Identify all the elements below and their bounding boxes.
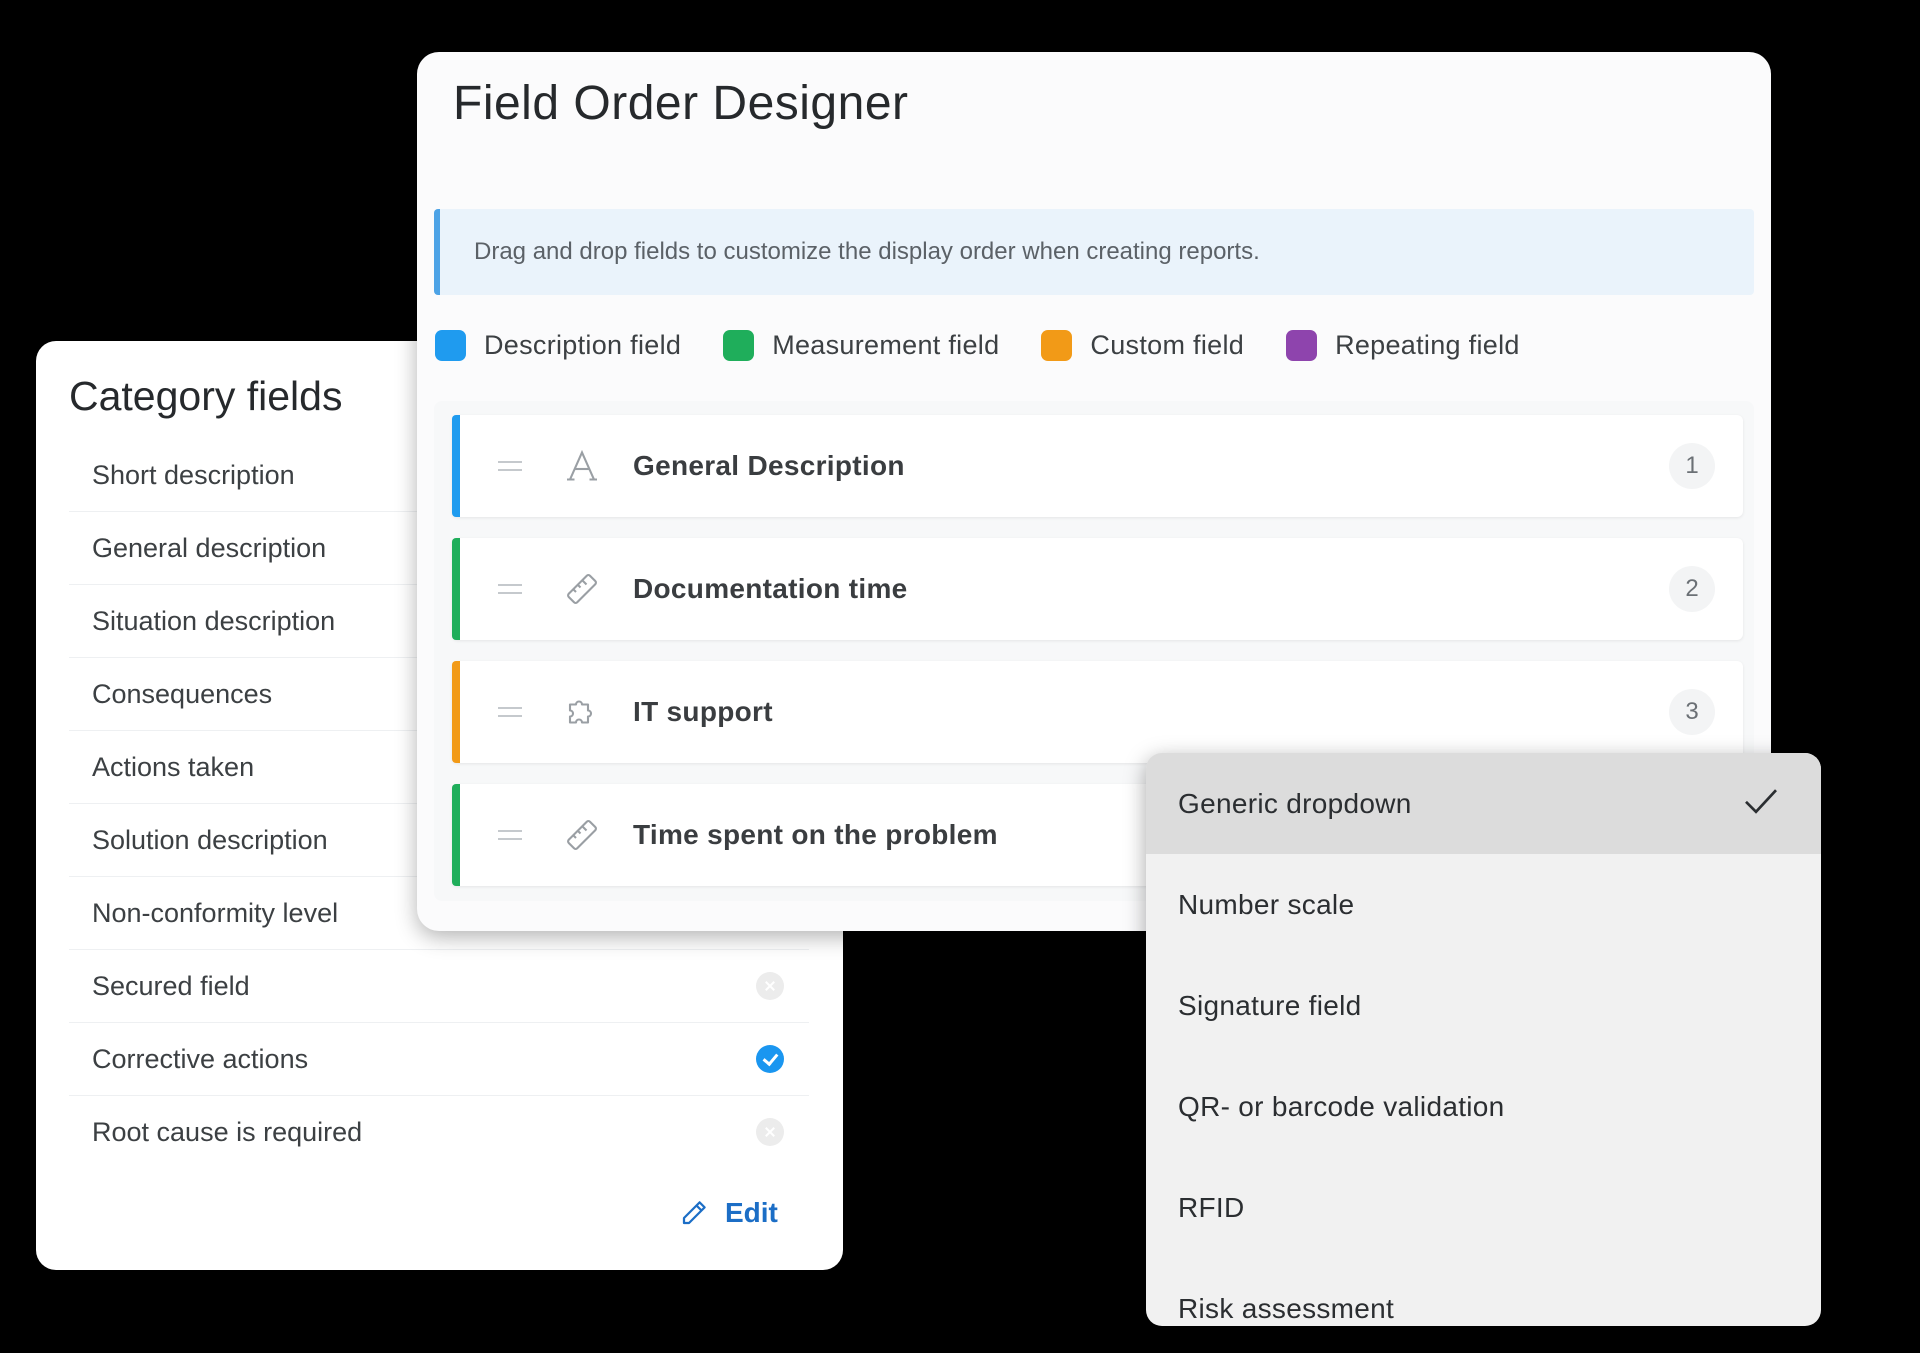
legend-label: Custom field — [1090, 330, 1245, 360]
puzzle-icon — [568, 700, 592, 724]
category-field-label: Non-conformity level — [92, 897, 339, 928]
legend-item-custom: Custom field — [1041, 330, 1244, 361]
enabled-check-icon[interactable] — [756, 1045, 784, 1073]
info-banner: Drag and drop fields to customize the di… — [434, 209, 1754, 295]
legend-item-measurement: Measurement field — [723, 330, 999, 361]
legend-label: Repeating field — [1335, 330, 1520, 360]
legend-swatch — [1041, 330, 1073, 361]
field-type-legend: Description field Measurement field Cust… — [435, 330, 1562, 361]
category-field-row: Secured field — [69, 950, 809, 1023]
category-field-label: Consequences — [92, 678, 273, 709]
legend-swatch — [435, 330, 466, 361]
order-badge: 3 — [1669, 689, 1715, 735]
field-type-dropdown: Generic dropdown Number scale Signature … — [1146, 753, 1821, 1326]
category-field-label: Solution description — [92, 824, 328, 855]
field-type-bar — [452, 661, 460, 763]
edit-button[interactable]: Edit — [679, 1193, 778, 1233]
drag-handle-icon[interactable] — [498, 707, 522, 717]
text-icon — [567, 449, 597, 481]
order-badge: 1 — [1669, 443, 1715, 489]
category-field-label: Root cause is required — [92, 1116, 363, 1147]
disabled-toggle-icon[interactable] — [756, 972, 784, 1000]
category-field-label: Secured field — [92, 970, 250, 1001]
field-name: Documentation time — [633, 573, 908, 604]
dropdown-option[interactable]: Generic dropdown — [1146, 753, 1821, 854]
category-field-row: Root cause is required — [69, 1096, 809, 1168]
legend-swatch — [1286, 330, 1318, 361]
field-order-row[interactable]: General Description 1 — [452, 415, 1743, 517]
option-label: Generic dropdown — [1178, 787, 1412, 819]
legend-label: Measurement field — [772, 330, 1000, 360]
page-title: Field Order Designer — [453, 77, 909, 130]
order-badge: 2 — [1669, 566, 1715, 612]
option-label: QR- or barcode validation — [1178, 1090, 1505, 1122]
legend-label: Description field — [484, 330, 682, 360]
category-fields-title: Category fields — [69, 373, 343, 419]
info-text: Drag and drop fields to customize the di… — [474, 238, 1260, 265]
field-order-row[interactable]: IT support 3 — [452, 661, 1743, 763]
drag-handle-icon[interactable] — [498, 584, 522, 594]
ruler-icon — [567, 574, 597, 604]
field-order-row[interactable]: Documentation time 2 — [452, 538, 1743, 640]
category-field-label: Situation description — [92, 605, 336, 636]
option-label: Risk assessment — [1178, 1292, 1395, 1324]
field-type-bar — [452, 415, 460, 517]
legend-swatch — [723, 330, 755, 361]
checkmark-icon — [1745, 789, 1777, 814]
edit-label: Edit — [725, 1197, 778, 1228]
disabled-toggle-icon[interactable] — [756, 1118, 784, 1146]
option-label: Signature field — [1178, 989, 1362, 1021]
ruler-icon — [567, 820, 597, 850]
pencil-icon — [682, 1201, 706, 1225]
category-field-label: Corrective actions — [92, 1043, 309, 1074]
dropdown-option[interactable]: RFID — [1146, 1157, 1821, 1258]
drag-handle-icon[interactable] — [498, 461, 522, 471]
drag-handle-icon[interactable] — [498, 830, 522, 840]
field-name: General Description — [633, 450, 905, 481]
option-label: RFID — [1178, 1191, 1245, 1223]
category-field-row: Corrective actions — [69, 1023, 809, 1096]
option-label: Number scale — [1178, 888, 1355, 920]
category-field-label: Actions taken — [92, 751, 255, 782]
dropdown-option[interactable]: QR- or barcode validation — [1146, 1056, 1821, 1157]
category-field-label: Short description — [92, 459, 295, 490]
legend-item-repeating: Repeating field — [1286, 330, 1520, 361]
field-name: IT support — [633, 696, 773, 727]
category-field-label: General description — [92, 532, 327, 563]
field-name: Time spent on the problem — [633, 819, 998, 850]
dropdown-option[interactable]: Signature field — [1146, 955, 1821, 1056]
legend-item-description: Description field — [435, 330, 681, 361]
field-type-bar — [452, 784, 460, 886]
dropdown-option[interactable]: Risk assessment — [1146, 1258, 1821, 1326]
field-type-bar — [452, 538, 460, 640]
dropdown-option[interactable]: Number scale — [1146, 854, 1821, 955]
